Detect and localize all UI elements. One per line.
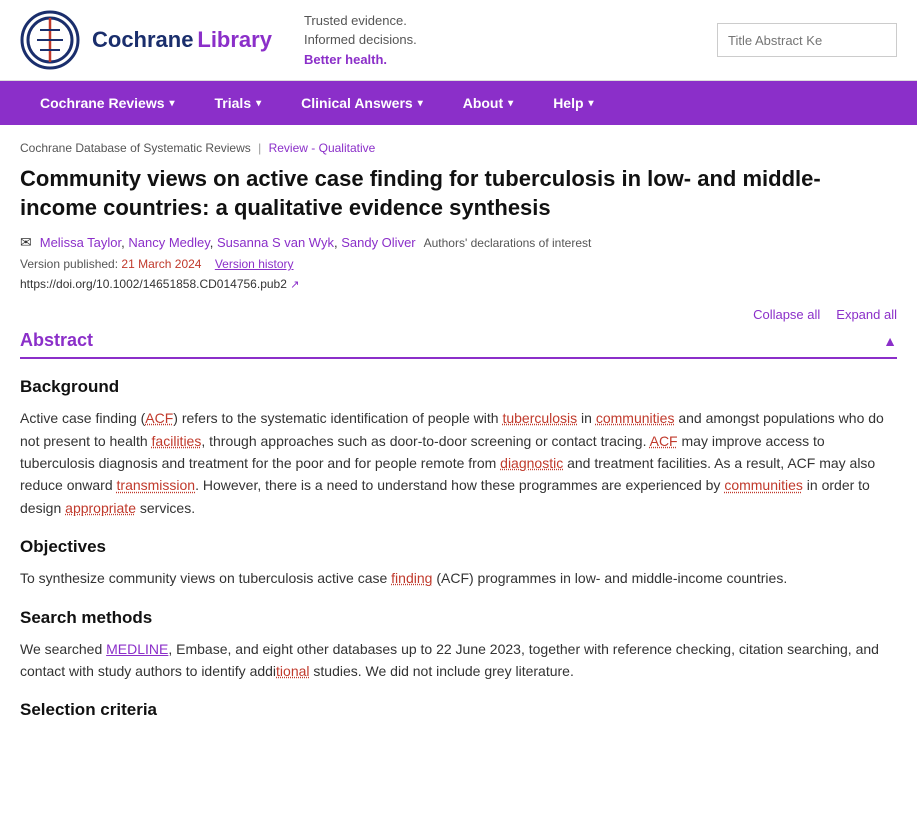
author-susanna-link[interactable]: Susanna S van Wyk: [217, 235, 334, 250]
objectives-heading: Objectives: [20, 537, 897, 557]
main-nav: Cochrane Reviews ▾ Trials ▾ Clinical Ans…: [0, 81, 917, 125]
tuberculosis-highlight-1: tuberculosis: [502, 410, 577, 426]
communities-highlight-1: communities: [596, 410, 675, 426]
doi-link[interactable]: https://doi.org/10.1002/14651858.CD01475…: [20, 277, 287, 291]
breadcrumb-separator: |: [258, 141, 261, 155]
nav-help[interactable]: Help ▾: [533, 81, 613, 125]
tional-highlight: tional: [276, 663, 309, 679]
abstract-section: Abstract ▲ Background Active case findin…: [20, 330, 897, 720]
logo-text: Cochrane Library: [92, 27, 272, 53]
diagnostic-highlight: diagnostic: [500, 455, 563, 471]
breadcrumb-current: Review - Qualitative: [269, 141, 376, 155]
search-input[interactable]: [717, 23, 897, 57]
version-history-link[interactable]: Version history: [215, 257, 294, 271]
help-chevron-icon: ▾: [589, 98, 594, 109]
authors-list: Melissa Taylor, Nancy Medley, Susanna S …: [40, 235, 416, 250]
cochrane-reviews-chevron-icon: ▾: [170, 98, 175, 109]
acf-highlight-1: ACF: [145, 410, 173, 426]
facilities-highlight-1: facilities: [152, 433, 202, 449]
medline-link: MEDLINE: [106, 641, 168, 657]
cochrane-logo-icon: [20, 10, 80, 70]
nav-cochrane-reviews[interactable]: Cochrane Reviews ▾: [20, 81, 195, 125]
clinical-answers-chevron-icon: ▾: [418, 98, 423, 109]
author-sandy-link[interactable]: Sandy Oliver: [341, 235, 415, 250]
background-heading: Background: [20, 377, 897, 397]
doi-line: https://doi.org/10.1002/14651858.CD01475…: [20, 277, 897, 291]
tagline-line2: Informed decisions.: [304, 30, 417, 50]
selection-criteria-heading: Selection criteria: [20, 700, 897, 720]
author-nancy-link[interactable]: Nancy Medley: [128, 235, 209, 250]
external-link-icon: ↗: [290, 279, 299, 291]
author-melissa-link[interactable]: Melissa Taylor: [40, 235, 121, 250]
authors-line: ✉ Melissa Taylor, Nancy Medley, Susanna …: [20, 234, 897, 251]
nav-clinical-answers[interactable]: Clinical Answers ▾: [281, 81, 443, 125]
abstract-header[interactable]: Abstract ▲: [20, 330, 897, 359]
search-methods-body: We searched MEDLINE, Embase, and eight o…: [20, 638, 897, 683]
version-line: Version published: 21 March 2024 Version…: [20, 257, 897, 271]
transmission-highlight: transmission: [117, 477, 196, 493]
main-content: Cochrane Database of Systematic Reviews …: [0, 125, 917, 746]
communities-highlight-2: communities: [724, 477, 803, 493]
finding-highlight: finding: [391, 570, 432, 586]
background-body: Active case finding (ACF) refers to the …: [20, 407, 897, 519]
about-chevron-icon: ▾: [508, 98, 513, 109]
acf-highlight-2: ACF: [650, 433, 678, 449]
objectives-body: To synthesize community views on tubercu…: [20, 567, 897, 589]
nav-about[interactable]: About ▾: [443, 81, 533, 125]
expand-all-button[interactable]: Expand all: [836, 307, 897, 322]
collapse-all-button[interactable]: Collapse all: [753, 307, 820, 322]
tagline: Trusted evidence. Informed decisions. Be…: [304, 11, 417, 70]
collapse-expand-bar: Collapse all Expand all: [20, 307, 897, 322]
abstract-title-label: Abstract: [20, 330, 93, 351]
tagline-line3: Better health.: [304, 50, 417, 70]
abstract-collapse-icon: ▲: [883, 333, 897, 349]
nav-trials[interactable]: Trials ▾: [195, 81, 282, 125]
tagline-line1: Trusted evidence.: [304, 11, 417, 31]
logo-cochrane: Cochrane Library: [92, 27, 272, 53]
declarations-link[interactable]: Authors' declarations of interest: [424, 236, 592, 250]
article-title: Community views on active case finding f…: [20, 165, 897, 222]
breadcrumb: Cochrane Database of Systematic Reviews …: [20, 141, 897, 155]
version-published-label: Version published:: [20, 257, 118, 271]
trials-chevron-icon: ▾: [256, 98, 261, 109]
breadcrumb-parent-link[interactable]: Cochrane Database of Systematic Reviews: [20, 141, 251, 155]
version-date: 21 March 2024: [121, 257, 201, 271]
appropriate-highlight: appropriate: [65, 500, 136, 516]
search-methods-heading: Search methods: [20, 608, 897, 628]
email-icon: ✉: [20, 234, 32, 251]
logo-area: Cochrane Library Trusted evidence. Infor…: [20, 10, 717, 70]
page-header: Cochrane Library Trusted evidence. Infor…: [0, 0, 917, 81]
